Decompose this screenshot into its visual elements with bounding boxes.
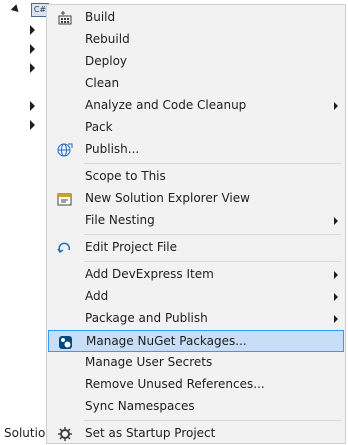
menu-item-build[interactable]: Build (48, 7, 344, 29)
menu-item-label: Add (85, 289, 109, 303)
menu-item-label: Analyze and Code Cleanup (85, 98, 247, 112)
menu-separator (84, 163, 341, 164)
menu-separator (84, 261, 341, 262)
menu-item-label: Edit Project File (85, 240, 178, 254)
menu-item-label: Rebuild (85, 32, 130, 46)
menu-item-label: Sync Namespaces (85, 399, 195, 413)
menu-item-label: Manage User Secrets (85, 355, 213, 369)
menu-item-analyze-cleanup[interactable]: Analyze and Code Cleanup (48, 95, 344, 117)
menu-item-label: Remove Unused References... (85, 377, 265, 391)
menu-item-label: Package and Publish (85, 311, 208, 325)
menu-item-sync-namespaces[interactable]: Sync Namespaces (48, 396, 344, 418)
menu-item-file-nesting[interactable]: File Nesting (48, 210, 344, 232)
edit-arrow-icon (57, 240, 73, 256)
expand-arrow-icon[interactable] (30, 44, 35, 54)
menu-item-label: File Nesting (85, 213, 155, 227)
menu-item-scope-to-this[interactable]: Scope to This (48, 166, 344, 188)
menu-item-label: Pack (85, 120, 113, 134)
submenu-arrow-icon (334, 293, 338, 301)
menu-item-edit-project-file[interactable]: Edit Project File (48, 237, 344, 259)
expand-arrow-icon[interactable] (30, 120, 35, 130)
expand-arrow-icon[interactable] (30, 63, 35, 73)
collapse-arrow-icon[interactable] (10, 4, 22, 15)
menu-item-label: Publish... (85, 142, 140, 156)
gear-icon (57, 426, 73, 442)
menu-item-deploy[interactable]: Deploy (48, 51, 344, 73)
menu-item-label: Add DevExpress Item (85, 267, 214, 281)
menu-item-label: Scope to This (85, 169, 166, 183)
menu-separator (84, 234, 341, 235)
build-icon (57, 10, 73, 26)
menu-item-pack[interactable]: Pack (48, 117, 344, 139)
menu-item-new-explorer-view[interactable]: New Solution Explorer View (48, 188, 344, 210)
menu-item-manage-user-secrets[interactable]: Manage User Secrets (48, 352, 344, 374)
menu-item-label: New Solution Explorer View (85, 191, 250, 205)
menu-item-add[interactable]: Add (48, 286, 344, 308)
menu-item-remove-unused-refs[interactable]: Remove Unused References... (48, 374, 344, 396)
menu-item-manage-nuget[interactable]: Manage NuGet Packages... (48, 330, 344, 352)
globe-publish-icon (57, 142, 73, 158)
submenu-arrow-icon (334, 271, 338, 279)
submenu-arrow-icon (334, 102, 338, 110)
menu-item-label: Clean (85, 76, 120, 90)
menu-item-publish[interactable]: Publish... (48, 139, 344, 161)
menu-item-label: Deploy (85, 54, 128, 68)
expand-arrow-icon[interactable] (30, 25, 35, 35)
menu-item-label: Set as Startup Project (85, 426, 216, 440)
submenu-arrow-icon (334, 217, 338, 225)
expand-arrow-icon[interactable] (30, 101, 35, 111)
menu-item-rebuild[interactable]: Rebuild (48, 29, 344, 51)
menu-item-label: Build (85, 10, 116, 24)
new-view-icon (57, 191, 73, 207)
menu-separator (84, 420, 341, 421)
context-menu: Build Rebuild Deploy Clean Analyze and C… (46, 4, 346, 444)
menu-item-add-devexpress[interactable]: Add DevExpress Item (48, 264, 344, 286)
menu-item-set-startup[interactable]: Set as Startup Project (48, 423, 344, 445)
submenu-arrow-icon (334, 315, 338, 323)
menu-item-label: Manage NuGet Packages... (86, 334, 247, 348)
nuget-icon (58, 334, 74, 350)
menu-item-package-publish[interactable]: Package and Publish (48, 308, 344, 330)
menu-item-clean[interactable]: Clean (48, 73, 344, 95)
